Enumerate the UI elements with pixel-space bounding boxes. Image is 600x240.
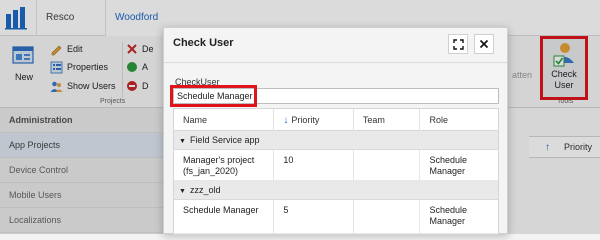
edit-button[interactable]: Edit — [50, 41, 83, 57]
delete-x-icon — [127, 44, 137, 54]
properties-button[interactable]: Properties — [50, 59, 108, 75]
collapse-triangle-icon: ▼ — [179, 188, 186, 195]
column-header-name[interactable]: Name — [174, 109, 275, 131]
group-row-zzz-old[interactable]: ▼ zzz_old — [174, 181, 498, 200]
ribbon-separator — [122, 42, 123, 98]
new-button-label: New — [14, 72, 33, 82]
collapse-triangle-icon: ▼ — [179, 138, 186, 145]
column-header-role[interactable]: Role — [420, 109, 498, 131]
table-row[interactable]: Schedule Manager 5 Schedule Manager — [174, 200, 498, 234]
new-button[interactable]: New — [8, 44, 40, 92]
cell-priority: 5 — [274, 200, 354, 233]
new-project-icon — [12, 46, 34, 64]
background-priority-header[interactable]: Priority — [564, 142, 592, 152]
sidebar-header-administration: Administration — [0, 108, 166, 133]
sidebar-item-device-control[interactable]: Device Control — [0, 158, 166, 183]
close-button[interactable] — [474, 34, 494, 54]
flatten-button[interactable]: atten — [512, 67, 532, 83]
sort-arrow-icon[interactable]: ↑ — [545, 142, 550, 153]
tab-resco-cloud[interactable]: Resco Cloud — [36, 0, 106, 59]
ribbon-group-projects-label: Projects — [100, 98, 126, 105]
sidebar-item-mobile-users[interactable]: Mobile Users — [0, 183, 166, 208]
column-header-priority[interactable]: ↓ Priority — [274, 109, 354, 131]
results-grid: Name ↓ Priority Team Role ▼ Field Service … — [173, 108, 499, 235]
cell-role: Schedule Manager — [429, 205, 468, 226]
users-icon — [50, 81, 63, 92]
close-icon — [479, 39, 489, 49]
sort-arrow-icon: ↓ — [283, 115, 289, 126]
cell-team — [354, 200, 421, 233]
expand-button[interactable] — [448, 34, 468, 54]
expand-icon — [452, 38, 464, 50]
deactivate-button[interactable]: D — [126, 78, 149, 94]
check-user-dialog: Check User CheckUser Name ↓Priority Team… — [163, 27, 508, 235]
background-grid-header: ↑ Priority — [529, 136, 600, 158]
sidebar-item-localizations[interactable]: Localizations — [0, 208, 166, 233]
dialog-title: Check User — [173, 37, 234, 49]
check-user-input[interactable] — [173, 88, 499, 104]
properties-icon — [50, 61, 63, 73]
cell-name: Schedule Manager — [174, 200, 275, 233]
resco-logo-icon[interactable] — [0, 0, 36, 36]
grid-header-row: Name ↓ Priority Team Role — [174, 109, 498, 131]
check-user-button[interactable]: Check User — [540, 36, 588, 100]
group-row-field-service-app[interactable]: ▼ Field Service app — [174, 131, 498, 150]
activate-button[interactable]: A — [126, 59, 148, 75]
cell-role: Schedule Manager — [429, 155, 468, 176]
edit-pencil-icon — [51, 45, 62, 55]
check-user-label-line2: User — [554, 80, 574, 90]
delete-button[interactable]: De — [126, 41, 154, 57]
activate-icon — [127, 62, 137, 72]
show-users-button[interactable]: Show Users — [50, 78, 116, 94]
cell-priority: 10 — [274, 150, 354, 180]
table-row[interactable]: Manager's project (fs_jan_2020) 10 Sched… — [174, 150, 498, 181]
check-user-icon — [553, 43, 574, 67]
deactivate-icon — [127, 81, 137, 91]
check-user-label-line1: Check — [551, 69, 577, 79]
cell-name: Manager's project (fs_jan_2020) — [174, 150, 275, 180]
check-user-field-label: CheckUser — [175, 77, 220, 87]
cell-team — [354, 150, 421, 180]
sidebar-item-app-projects[interactable]: App Projects — [0, 133, 166, 158]
sidebar: Administration App Projects Device Contr… — [0, 108, 166, 234]
column-header-team[interactable]: Team — [354, 109, 421, 131]
dialog-divider — [164, 62, 507, 63]
